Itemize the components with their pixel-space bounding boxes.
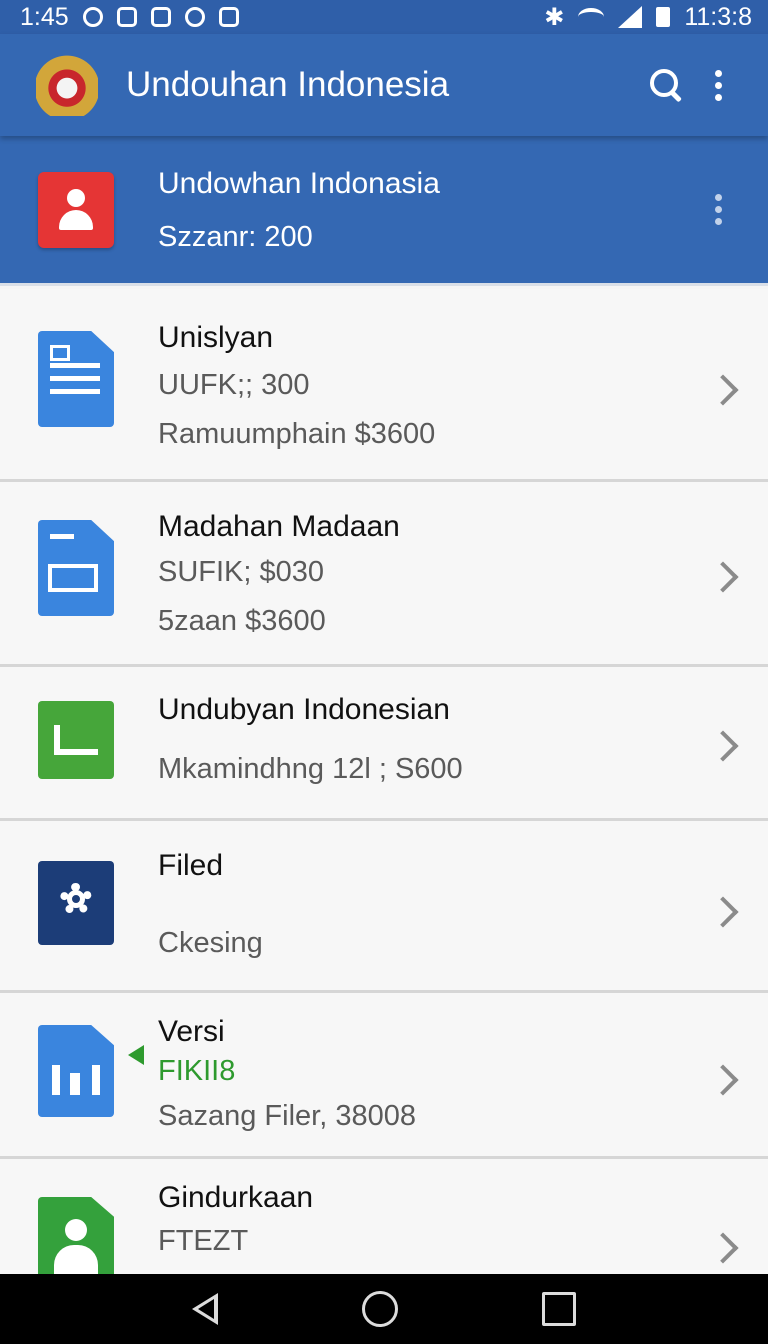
video-icon (38, 701, 114, 779)
chart-icon (38, 1025, 114, 1117)
sd-card-icon (150, 7, 171, 27)
list-item-detail: 5zaan $3600 (158, 605, 326, 637)
status-time: 1:45 (20, 2, 69, 31)
app-bar: Undouhan Indonesia (0, 34, 768, 136)
chevron-right-icon (707, 1064, 739, 1096)
app-title: Undouhan Indonesia (126, 65, 450, 104)
search-icon (648, 67, 684, 103)
recents-icon[interactable] (542, 1292, 576, 1326)
chevron-right-icon (707, 561, 739, 593)
chevron-right-icon (707, 1232, 739, 1264)
settings-gear-icon (38, 861, 114, 945)
camera-icon (218, 7, 239, 27)
list-item-title: Versi (158, 1015, 225, 1048)
chevron-right-icon (707, 896, 739, 928)
back-icon[interactable] (192, 1293, 218, 1325)
list-item[interactable]: Undubyan Indonesian Mkamindhng 12l ; S60… (0, 667, 768, 821)
list-item[interactable]: Filed Ckesing (0, 821, 768, 993)
search-button[interactable] (640, 59, 692, 111)
list-item-title: Unislyan (158, 321, 274, 354)
header-overflow-button[interactable] (692, 184, 744, 236)
overflow-menu-button[interactable] (692, 59, 744, 111)
header-subtitle: Szzanr: 200 (158, 220, 313, 253)
list-item-text: Gindurkaan FTEZT (158, 1181, 678, 1258)
list-item-text: Filed Ckesing (158, 849, 678, 960)
status-bar: 1:45 ✱ 11:3:8 (0, 0, 768, 34)
battery-icon (656, 7, 671, 27)
list-item-text: Undubyan Indonesian Mkamindhng 12l ; S60… (158, 693, 678, 786)
data-icon (116, 7, 137, 27)
document-icon (38, 331, 114, 427)
contact-icon (38, 171, 114, 248)
list-item-detail: Sazang Filer, 38008 (158, 1100, 416, 1132)
list-item-title: Undubyan Indonesian (158, 693, 450, 726)
list-item-subtitle: Ckesing (158, 927, 263, 959)
more-vert-icon (714, 194, 722, 225)
list-item-subtitle: SUFIK; $030 (158, 556, 325, 588)
list-item-title: Gindurkaan (158, 1181, 314, 1214)
list-item-subtitle: FTEZT (158, 1225, 249, 1257)
shield-icon (184, 7, 205, 27)
list-item-subtitle: Mkamindhng 12l ; S600 (158, 753, 463, 785)
status-clock: 11:3:8 (684, 2, 752, 31)
list-item[interactable]: Versi FIKII8 Sazang Filer, 38008 (0, 993, 768, 1159)
chevron-right-icon (707, 374, 739, 406)
list-item-title: Filed (158, 849, 224, 882)
navigation-bar (0, 1274, 768, 1344)
header-card[interactable]: Undowhan Indonasia Szzanr: 200 (0, 136, 768, 286)
list-item-subtitle: UUFK;; 300 (158, 369, 310, 401)
garuda-emblem-logo (36, 54, 98, 116)
version-value: FIKII8 (158, 1055, 236, 1087)
bluetooth-icon: ✱ (544, 3, 565, 31)
list-item-title: Madahan Madaan (158, 510, 400, 543)
expand-arrow-icon[interactable] (128, 1045, 144, 1065)
more-vert-icon (714, 69, 722, 101)
item-list: Unislyan UUFK;; 300 Ramuumphain $3600 Ma… (0, 289, 768, 1299)
list-item-text: Unislyan UUFK;; 300 Ramuumphain $3600 (158, 321, 678, 451)
list-item-text: Madahan Madaan SUFIK; $030 5zaan $3600 (158, 510, 678, 638)
slides-icon (38, 520, 114, 616)
chevron-right-icon (707, 730, 739, 762)
signal-icon (618, 6, 643, 28)
header-title: Undowhan Indonasia (158, 167, 440, 201)
header-text: Undowhan Indonasia Szzanr: 200 (158, 165, 692, 254)
wifi-icon (578, 8, 605, 26)
home-icon[interactable] (362, 1291, 398, 1327)
status-right: ✱ 11:3:8 (544, 3, 752, 32)
list-item[interactable]: Unislyan UUFK;; 300 Ramuumphain $3600 (0, 289, 768, 482)
sync-icon (82, 7, 103, 27)
list-item[interactable]: Madahan Madaan SUFIK; $030 5zaan $3600 (0, 482, 768, 667)
list-item-text: Versi FIKII8 Sazang Filer, 38008 (158, 1015, 678, 1133)
list-item-detail: Ramuumphain $3600 (158, 418, 436, 450)
status-left: 1:45 (20, 3, 239, 32)
